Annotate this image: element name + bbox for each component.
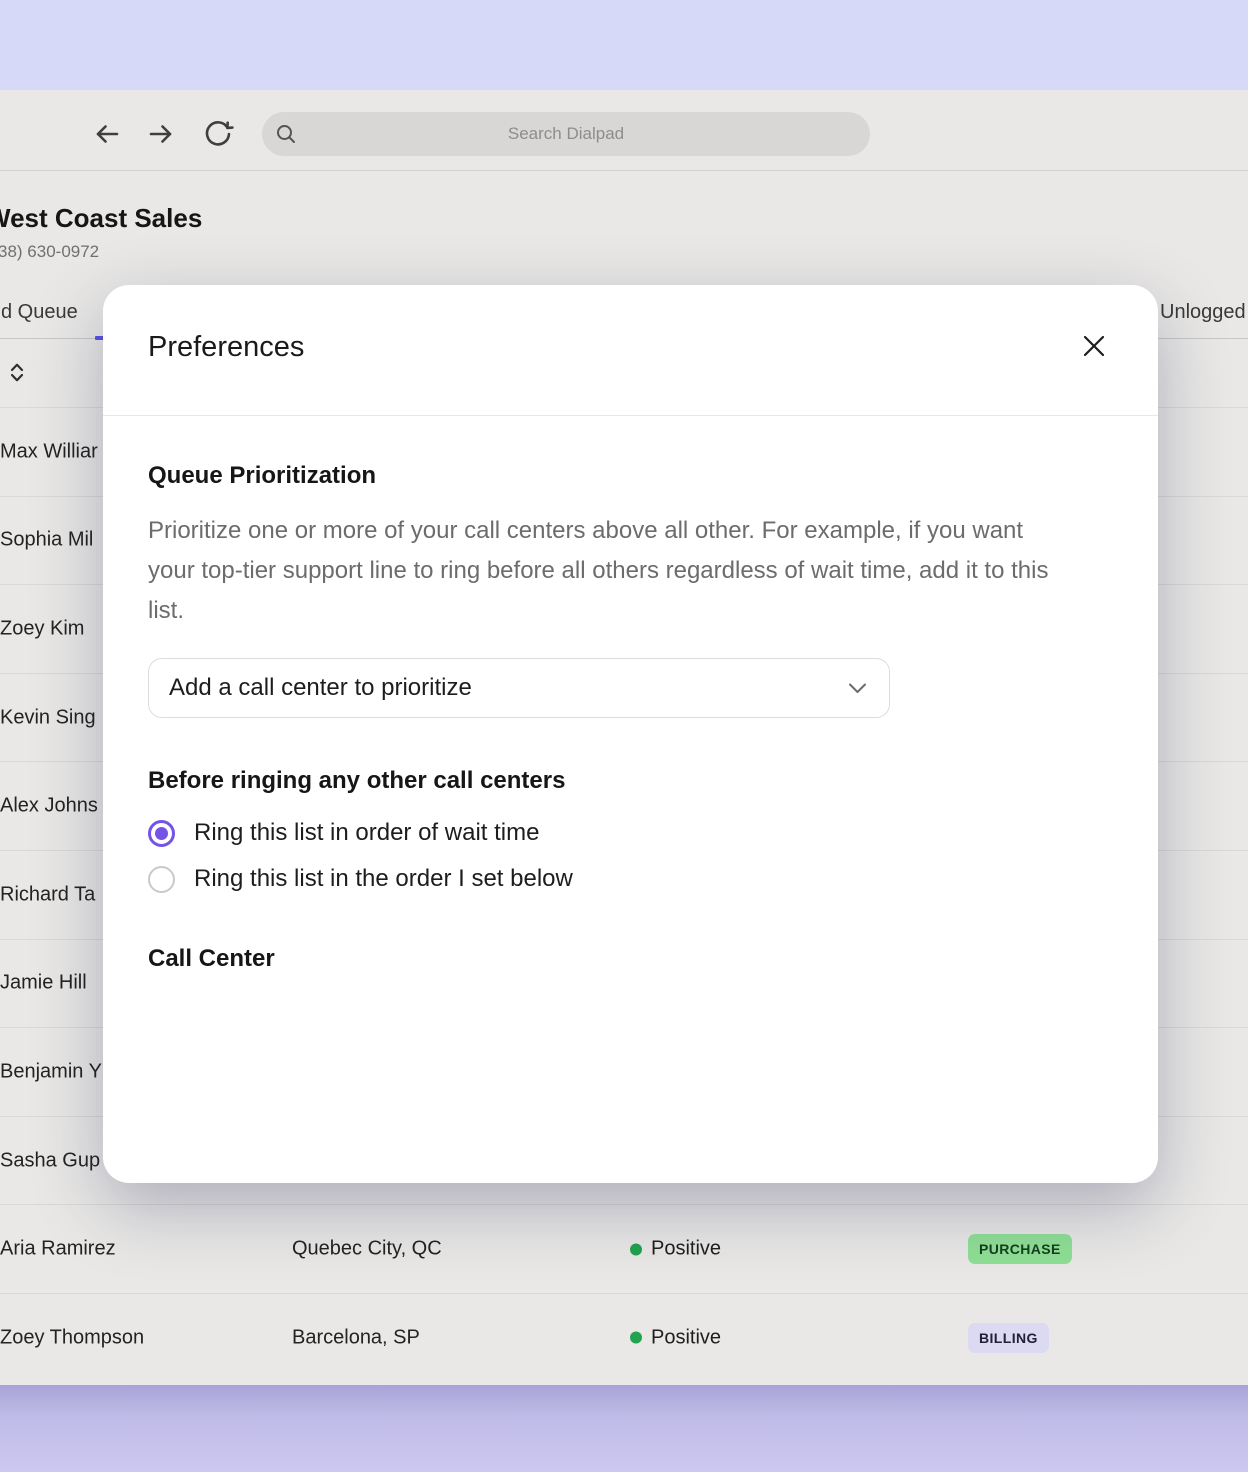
ring-order-radio-group: Ring this list in order of wait time Rin… [148,810,1113,902]
tab-queue[interactable]: d Queue [1,301,78,324]
table-row[interactable]: Zoey Thompson Barcelona, SP Positive BIL… [0,1293,1248,1382]
call-center-heading: Call Center [148,945,1113,973]
sentiment-label: Positive [651,1326,721,1349]
queue-prioritization-heading: Queue Prioritization [148,462,1113,490]
agent-name: Richard Ta [0,883,95,906]
radio-option[interactable]: Ring this list in order of wait time [148,810,1113,856]
positive-dot-icon [630,1243,642,1255]
radio-icon [148,866,175,893]
search-placeholder: Search Dialpad [262,112,870,156]
bottom-window-band [0,1385,1248,1472]
search-input[interactable]: Search Dialpad [262,112,870,156]
sort-icon[interactable] [9,360,25,391]
modal-header: Preferences [103,285,1158,416]
forward-button[interactable] [144,117,178,151]
forward-arrow-icon [145,118,177,150]
page-phone-number: 38) 630-0972 [0,242,99,262]
modal-title: Preferences [148,331,304,364]
chevron-down-icon [848,682,867,700]
row-location: Quebec City, QC [292,1238,442,1261]
modal-body: Queue Prioritization Prioritize one or m… [103,462,1158,973]
status-badge: PURCHASE [968,1234,1072,1264]
agent-name: Sophia Mil [0,529,93,552]
refresh-icon [202,118,234,150]
radio-option[interactable]: Ring this list in the order I set below [148,856,1113,902]
top-window-band [0,0,1248,90]
row-sentiment: Positive [630,1238,721,1261]
table-row[interactable]: Aria Ramirez Quebec City, QC Positive PU… [0,1204,1248,1293]
agent-name: Zoey Kim [0,617,84,640]
radio-label: Ring this list in order of wait time [194,819,539,847]
page-title: West Coast Sales [0,203,202,234]
agent-name: Jamie Hill [0,972,87,995]
close-button[interactable] [1076,330,1112,366]
row-location: Barcelona, SP [292,1326,420,1349]
sentiment-label: Positive [651,1238,721,1261]
agent-name: Max Williar [0,440,98,463]
radio-label: Ring this list in the order I set below [194,865,573,893]
queue-prioritization-description: Prioritize one or more of your call cent… [148,511,1053,631]
tab-unlogged[interactable]: Unlogged [1160,301,1246,324]
row-sentiment: Positive [630,1326,721,1349]
status-badge: BILLING [968,1323,1049,1353]
agent-name: Sasha Gup [0,1149,100,1172]
agent-name: Aria Ramirez [0,1238,116,1261]
close-icon [1080,332,1108,365]
radio-icon [148,820,175,847]
agent-name: Benjamin Y [0,1060,102,1083]
refresh-button[interactable] [201,117,235,151]
agent-name: Kevin Sing [0,706,96,729]
add-call-center-dropdown[interactable]: Add a call center to prioritize [148,658,890,718]
dropdown-placeholder: Add a call center to prioritize [169,674,472,702]
back-arrow-icon [91,118,123,150]
agent-name: Alex Johns [0,795,98,818]
browser-toolbar: Search Dialpad [0,90,1248,171]
back-button[interactable] [90,117,124,151]
preferences-modal: Preferences Queue Prioritization Priorit… [103,285,1158,1183]
positive-dot-icon [630,1332,642,1344]
before-ringing-heading: Before ringing any other call centers [148,767,1113,795]
agent-name: Zoey Thompson [0,1326,144,1349]
